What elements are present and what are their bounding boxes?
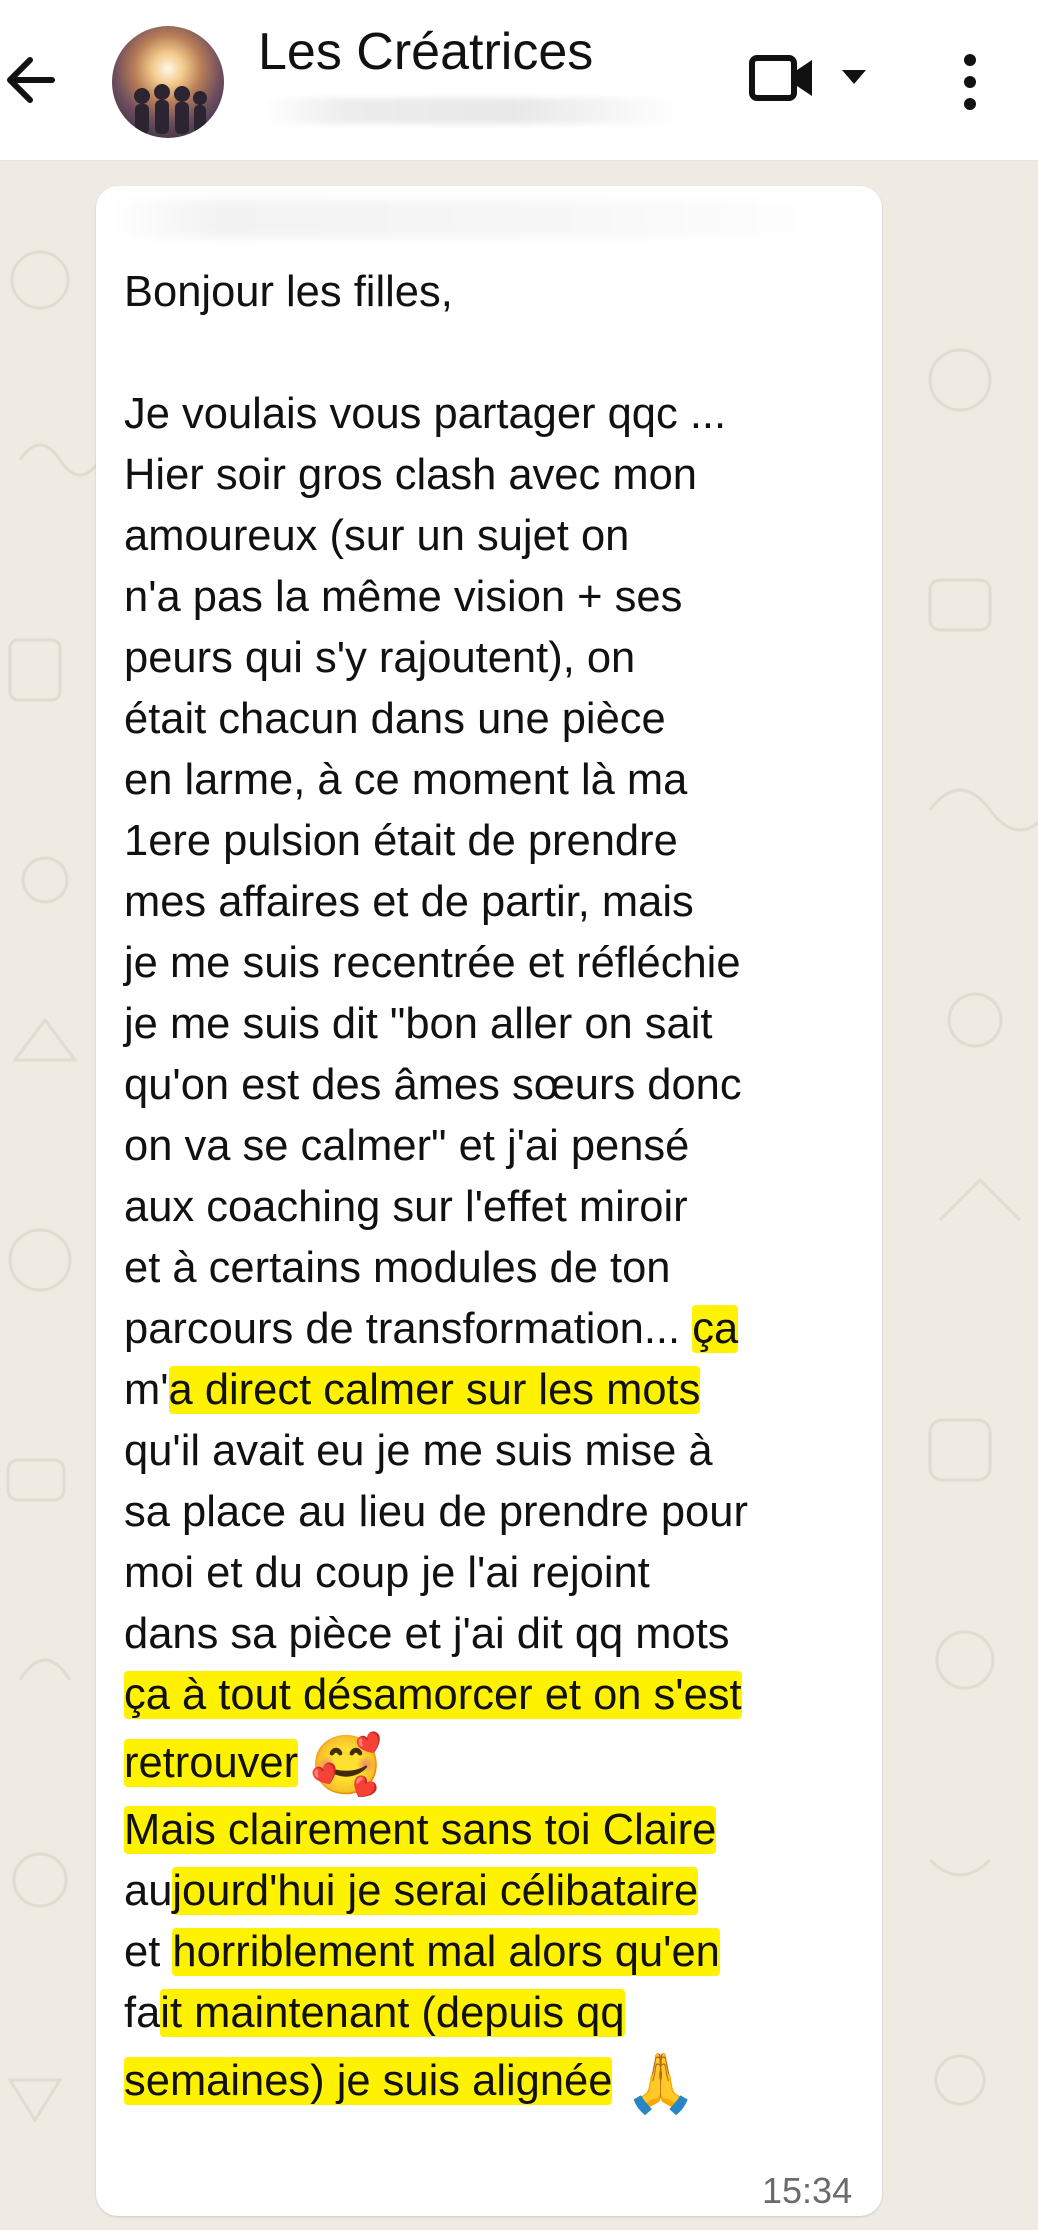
message-line: dans sa pièce et j'ai dit qq mots (124, 1610, 730, 1658)
message-line: semaines) je suis alignée 🙏 (124, 2044, 874, 2118)
message-timestamp: 15:34 (762, 2170, 853, 2211)
message-line: qu'il avait eu je me suis mise à (124, 1427, 713, 1475)
highlighted-text: horriblement mal alors qu'en (172, 1928, 720, 1976)
message-line: fait maintenant (depuis qq (124, 1983, 874, 2044)
message-line: parcours de transformation... ça (124, 1299, 874, 1360)
message-line: amoureux (sur un sujet on (124, 512, 630, 560)
back-arrow-icon[interactable] (0, 40, 70, 120)
message-line: Bonjour les filles, (124, 268, 453, 316)
highlighted-text: ça (692, 1305, 739, 1353)
message-line: Hier soir gros clash avec mon (124, 451, 697, 499)
message-line: je me suis recentrée et réfléchie (124, 939, 741, 987)
message-line: moi et du coup je l'ai rejoint (124, 1549, 650, 1597)
sender-name-blurred (110, 200, 850, 238)
chat-title[interactable]: Les Créatrices (258, 22, 593, 82)
message-line: m'a direct calmer sur les mots (124, 1360, 874, 1421)
message-line: 1ere pulsion était de prendre (124, 817, 678, 865)
message-line: et horriblement mal alors qu'en (124, 1922, 874, 1983)
message-line: Je voulais vous partager qqc ... (124, 390, 727, 438)
chevron-down-icon[interactable] (836, 62, 872, 90)
highlighted-text: jourd'hui je serai célibataire (172, 1867, 699, 1915)
message-line: retrouver 🥰 (124, 1726, 874, 1800)
message-line: et à certains modules de ton (124, 1244, 671, 1292)
message-segment: parcours de transformation... (124, 1305, 693, 1353)
message-line: Mais clairement sans toi Claire (124, 1800, 874, 1861)
message-line: qu'on est des âmes sœurs donc (124, 1061, 742, 1109)
more-vertical-icon[interactable] (950, 50, 990, 114)
smiling-hearts-emoji: 🥰 (310, 1732, 383, 1798)
highlighted-text: retrouver (124, 1739, 299, 1787)
message-line: mes affaires et de partir, mais (124, 878, 694, 926)
message-segment: au (124, 1867, 173, 1915)
chat-subtitle-blurred (262, 98, 682, 124)
message-text: Bonjour les filles, Je voulais vous parta… (124, 262, 874, 2118)
message-line: ça à tout désamorcer et on s'est (124, 1665, 874, 1726)
highlighted-text: ça à tout désamorcer et on s'est (124, 1671, 742, 1719)
message-line: était chacun dans une pièce (124, 695, 666, 743)
video-call-icon[interactable] (748, 50, 818, 106)
group-avatar[interactable] (112, 26, 224, 138)
avatar-figures (134, 84, 207, 134)
message-segment: m' (124, 1366, 169, 1414)
highlighted-text: semaines) je suis alignée (124, 2057, 613, 2105)
message-segment: et (124, 1928, 173, 1976)
highlighted-text: a direct calmer sur les mots (168, 1366, 701, 1414)
message-line (124, 323, 874, 384)
highlighted-text: it maintenant (depuis qq (160, 1989, 625, 2037)
message-line: on va se calmer" et j'ai pensé (124, 1122, 690, 1170)
message-line: aujourd'hui je serai célibataire (124, 1861, 874, 1922)
message-line: aux coaching sur l'effet miroir (124, 1183, 688, 1231)
message-line: peurs qui s'y rajoutent), on (124, 634, 636, 682)
message-line: en larme, à ce moment là ma (124, 756, 688, 804)
chat-header: Les Créatrices (0, 0, 1038, 161)
message-line: je me suis dit "bon aller on sait (124, 1000, 713, 1048)
message-line: sa place au lieu de prendre pour (124, 1488, 748, 1536)
folded-hands-emoji: 🙏 (624, 2050, 697, 2116)
message-segment: fa (124, 1989, 161, 2037)
highlighted-text: Mais clairement sans toi Claire (124, 1806, 717, 1854)
message-line: n'a pas la même vision + ses (124, 573, 683, 621)
